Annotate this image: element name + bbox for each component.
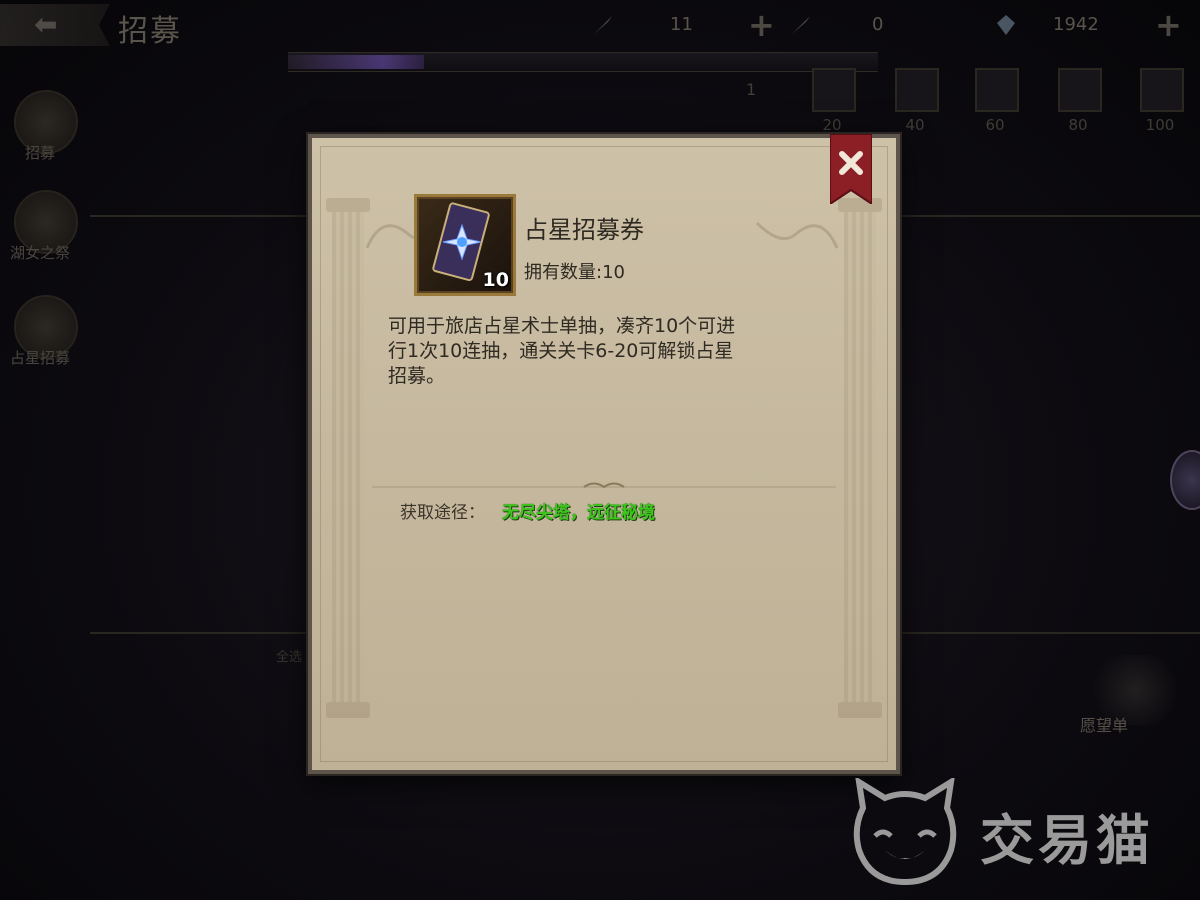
item-icon-frame: 10 (414, 194, 516, 296)
milestone-chest[interactable] (1140, 68, 1184, 112)
resource-crystal: 1942 + (995, 6, 1195, 44)
quill-icon (792, 16, 810, 34)
item-name: 占星招募券 (524, 216, 644, 244)
obtain-sources[interactable]: 无尽尖塔，远征秘境 (502, 498, 655, 523)
milestone-label: 80 (1068, 116, 1088, 134)
resource-quill-1: 11 + (592, 6, 792, 44)
add-quill-button[interactable]: + (748, 6, 775, 44)
wishlist-label: 愿望单 (1080, 716, 1129, 735)
back-button[interactable]: ⬅ (0, 4, 110, 46)
resource-value: 0 (872, 14, 884, 35)
item-owned-count: 拥有数量:10 (524, 262, 625, 283)
milestone-label: 60 (985, 116, 1005, 134)
milestone-chest[interactable] (895, 68, 939, 112)
milestone-label: 20 (822, 116, 842, 134)
nav-item-label: 占星招募 (9, 349, 70, 367)
watermark-text: 交易猫 (980, 809, 1154, 872)
arrow-left-icon: ⬅ (34, 8, 58, 41)
select-all-label: 全选 (276, 650, 303, 665)
resource-quill-2: 0 (790, 12, 910, 38)
progress-count: 1 (746, 80, 757, 99)
close-button[interactable] (830, 134, 872, 204)
pillar-decoration (838, 198, 882, 718)
item-description: 可用于旅店占星术士单抽，凑齐10个可进行1次10连抽，通关关卡6-20可解锁占星… (388, 315, 736, 387)
pillar-decoration (326, 198, 370, 718)
nav-item-label: 湖女之祭 (9, 244, 70, 262)
milestone-chest[interactable] (1058, 68, 1102, 112)
ornament-divider (372, 482, 836, 489)
resource-value: 11 (670, 14, 693, 35)
milestone-label: 40 (905, 116, 925, 134)
milestone-label: 100 (1145, 116, 1175, 134)
top-bar: ⬅ 招募 11 + 0 1942 + (0, 0, 1200, 50)
cat-logo-icon (853, 776, 957, 886)
nav-item-astrology[interactable]: 占星招募 (0, 285, 90, 385)
page-title: 招募 (118, 14, 182, 49)
nav-item-lake-lady[interactable]: 湖女之祭 (0, 180, 90, 280)
crystal-icon (997, 15, 1015, 35)
nav-item-label: 招募 (24, 144, 55, 162)
milestone-chest[interactable] (975, 68, 1019, 112)
resource-value: 1942 (1053, 14, 1099, 35)
quill-icon (594, 16, 612, 34)
nav-item-recruit[interactable]: 招募 (0, 80, 90, 180)
progress-bar (288, 52, 878, 72)
item-count: 10 (482, 269, 509, 291)
obtain-label: 获取途径： (400, 503, 485, 523)
item-detail-dialog: 10 占星招募券 拥有数量:10 可用于旅店占星术士单抽，凑齐10个可进行1次1… (308, 134, 900, 774)
milestone-chest[interactable] (812, 68, 856, 112)
swirl-ornament (755, 221, 839, 249)
add-crystal-button[interactable]: + (1155, 6, 1182, 44)
progress-fill (288, 55, 424, 69)
watermark: 交易猫 (845, 776, 1185, 888)
